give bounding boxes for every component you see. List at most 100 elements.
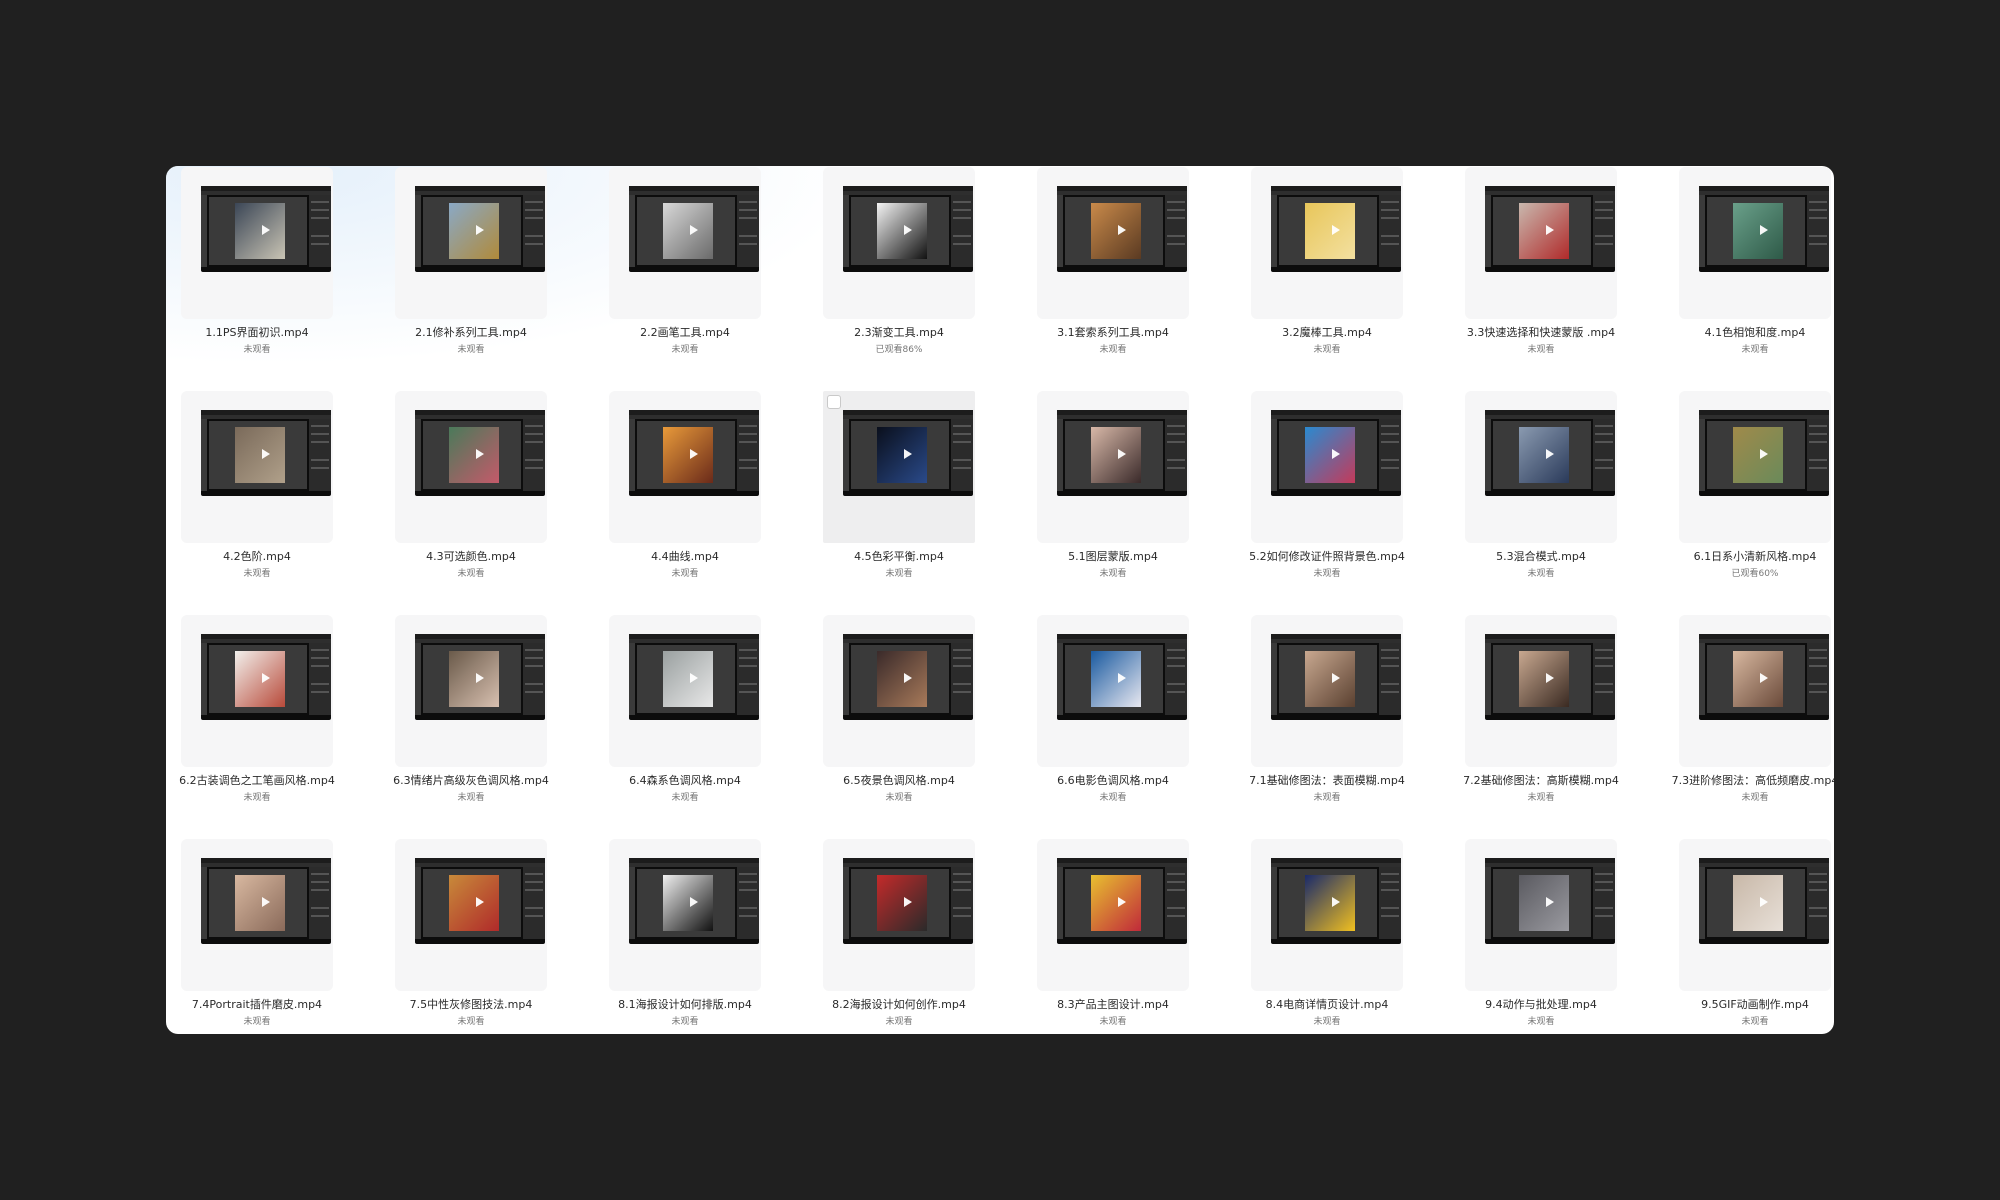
thumbnail-background xyxy=(823,167,975,319)
toolbar-strip xyxy=(1699,195,1705,267)
file-name: 6.6电影色调风格.mp4 未观看 xyxy=(1022,773,1204,805)
file-tile[interactable]: 7.4Portrait插件磨皮.mp4 未观看 xyxy=(166,839,380,1034)
toolbar-strip xyxy=(1057,643,1063,715)
file-name-text: 3.2魔棒工具.mp4 xyxy=(1282,326,1372,339)
thumbnail-background xyxy=(1465,615,1617,767)
toolbar-strip xyxy=(1485,643,1491,715)
file-tile[interactable]: 2.2画笔工具.mp4 未观看 xyxy=(594,167,808,387)
watch-status: 未观看 xyxy=(1313,1017,1341,1027)
file-tile[interactable]: 4.4曲线.mp4 未观看 xyxy=(594,391,808,611)
file-name-text: 6.3情绪片高级灰色调风格.mp4 xyxy=(393,774,549,787)
side-panels xyxy=(1593,867,1615,939)
canvas-area xyxy=(1279,421,1377,489)
file-tile[interactable]: 9.4动作与批处理.mp4 未观看 xyxy=(1450,839,1664,1034)
file-tile[interactable]: 1.1PS界面初识.mp4 未观看 xyxy=(166,167,380,387)
side-panels xyxy=(1593,195,1615,267)
select-checkbox[interactable] xyxy=(827,395,841,409)
toolbar-strip xyxy=(1485,195,1491,267)
file-tile[interactable]: 8.2海报设计如何创作.mp4 未观看 xyxy=(808,839,1022,1034)
file-tile[interactable]: 3.1套索系列工具.mp4 未观看 xyxy=(1022,167,1236,387)
watch-status: 未观看 xyxy=(1527,793,1555,803)
canvas-area xyxy=(851,869,949,937)
file-tile[interactable]: 4.1色相饱和度.mp4 未观看 xyxy=(1664,167,1834,387)
side-panels xyxy=(951,419,973,491)
toolbar-strip xyxy=(1057,419,1063,491)
play-icon xyxy=(690,897,698,907)
file-name: 3.2魔棒工具.mp4 未观看 xyxy=(1236,325,1418,357)
video-thumbnail xyxy=(1271,186,1401,272)
toolbar-strip xyxy=(1699,419,1705,491)
file-tile[interactable]: 8.3产品主图设计.mp4 未观看 xyxy=(1022,839,1236,1034)
video-thumbnail xyxy=(1699,186,1829,272)
canvas-area xyxy=(423,421,521,489)
side-panels xyxy=(1379,195,1401,267)
video-thumbnail xyxy=(1271,858,1401,944)
thumbnail-image xyxy=(877,203,927,259)
file-tile[interactable]: 4.5色彩平衡.mp4 未观看 xyxy=(808,391,1022,611)
canvas-area xyxy=(1065,869,1163,937)
file-name: 6.3情绪片高级灰色调风格.mp4 未观看 xyxy=(380,773,562,805)
file-tile[interactable]: 8.4电商详情页设计.mp4 未观看 xyxy=(1236,839,1450,1034)
file-name-text: 9.4动作与批处理.mp4 xyxy=(1485,998,1597,1011)
canvas-area xyxy=(1065,421,1163,489)
file-tile[interactable]: 5.3混合模式.mp4 未观看 xyxy=(1450,391,1664,611)
toolbar-strip xyxy=(843,419,849,491)
file-tile[interactable]: 7.3进阶修图法：高低频磨皮.mp4 未观看 xyxy=(1664,615,1834,835)
toolbar-strip xyxy=(629,643,635,715)
file-name: 7.3进阶修图法：高低频磨皮.mp4 未观看 xyxy=(1664,773,1834,805)
toolbar-strip xyxy=(1271,643,1277,715)
file-tile[interactable]: 5.2如何修改证件照背景色.mp4 未观看 xyxy=(1236,391,1450,611)
file-tile[interactable]: 6.4森系色调风格.mp4 未观看 xyxy=(594,615,808,835)
file-tile[interactable]: 3.2魔棒工具.mp4 未观看 xyxy=(1236,167,1450,387)
file-name-text: 7.1基础修图法：表面模糊.mp4 xyxy=(1249,774,1405,787)
watch-status: 未观看 xyxy=(457,345,485,355)
thumbnail-background xyxy=(181,391,333,543)
play-icon xyxy=(1760,897,1768,907)
file-tile[interactable]: 8.1海报设计如何排版.mp4 未观看 xyxy=(594,839,808,1034)
file-tile[interactable]: 7.5中性灰修图技法.mp4 未观看 xyxy=(380,839,594,1034)
file-name: 2.3渐变工具.mp4 已观看86% xyxy=(808,325,990,357)
file-tile[interactable]: 2.3渐变工具.mp4 已观看86% xyxy=(808,167,1022,387)
side-panels xyxy=(1807,867,1829,939)
file-tile[interactable]: 6.5夜景色调风格.mp4 未观看 xyxy=(808,615,1022,835)
side-panels xyxy=(309,195,331,267)
side-panels xyxy=(737,419,759,491)
file-name-text: 3.3快速选择和快速蒙版 .mp4 xyxy=(1466,326,1616,339)
play-icon xyxy=(1760,225,1768,235)
file-name-text: 6.4森系色调风格.mp4 xyxy=(629,774,741,787)
file-tile[interactable]: 6.3情绪片高级灰色调风格.mp4 未观看 xyxy=(380,615,594,835)
play-icon xyxy=(1546,897,1554,907)
watch-status: 未观看 xyxy=(243,793,271,803)
file-name-text: 7.2基础修图法：高斯模糊.mp4 xyxy=(1463,774,1619,787)
side-panels xyxy=(523,419,545,491)
side-panels xyxy=(309,643,331,715)
file-grid: 1.1PS界面初识.mp4 未观看 2.1修补系列工具.mp4 未观看 2.2画… xyxy=(166,166,1834,1034)
file-name: 3.1套索系列工具.mp4 未观看 xyxy=(1022,325,1204,357)
file-name-text: 5.2如何修改证件照背景色.mp4 xyxy=(1249,550,1405,563)
file-name: 4.4曲线.mp4 未观看 xyxy=(594,549,776,581)
watch-status: 未观看 xyxy=(1527,345,1555,355)
canvas-area xyxy=(209,197,307,265)
file-tile[interactable]: 7.1基础修图法：表面模糊.mp4 未观看 xyxy=(1236,615,1450,835)
file-name: 5.2如何修改证件照背景色.mp4 未观看 xyxy=(1236,549,1418,581)
file-name-text: 5.1图层蒙版.mp4 xyxy=(1068,550,1158,563)
file-tile[interactable]: 4.3可选颜色.mp4 未观看 xyxy=(380,391,594,611)
file-tile[interactable]: 5.1图层蒙版.mp4 未观看 xyxy=(1022,391,1236,611)
file-tile[interactable]: 9.5GIF动画制作.mp4 未观看 xyxy=(1664,839,1834,1034)
file-tile[interactable]: 6.1日系小清新风格.mp4 已观看60% xyxy=(1664,391,1834,611)
thumbnail-image xyxy=(1733,651,1783,707)
thumbnail-image xyxy=(877,651,927,707)
file-tile[interactable]: 2.1修补系列工具.mp4 未观看 xyxy=(380,167,594,387)
file-name: 8.3产品主图设计.mp4 未观看 xyxy=(1022,997,1204,1029)
thumbnail-image xyxy=(1305,203,1355,259)
play-icon xyxy=(476,449,484,459)
file-tile[interactable]: 6.6电影色调风格.mp4 未观看 xyxy=(1022,615,1236,835)
file-tile[interactable]: 6.2古装调色之工笔画风格.mp4 未观看 xyxy=(166,615,380,835)
file-tile[interactable]: 7.2基础修图法：高斯模糊.mp4 未观看 xyxy=(1450,615,1664,835)
file-tile[interactable]: 4.2色阶.mp4 未观看 xyxy=(166,391,380,611)
file-name: 2.2画笔工具.mp4 未观看 xyxy=(594,325,776,357)
file-tile[interactable]: 3.3快速选择和快速蒙版 .mp4 未观看 xyxy=(1450,167,1664,387)
thumbnail-background xyxy=(1465,839,1617,991)
watch-status: 未观看 xyxy=(1741,793,1769,803)
file-name: 7.1基础修图法：表面模糊.mp4 未观看 xyxy=(1236,773,1418,805)
